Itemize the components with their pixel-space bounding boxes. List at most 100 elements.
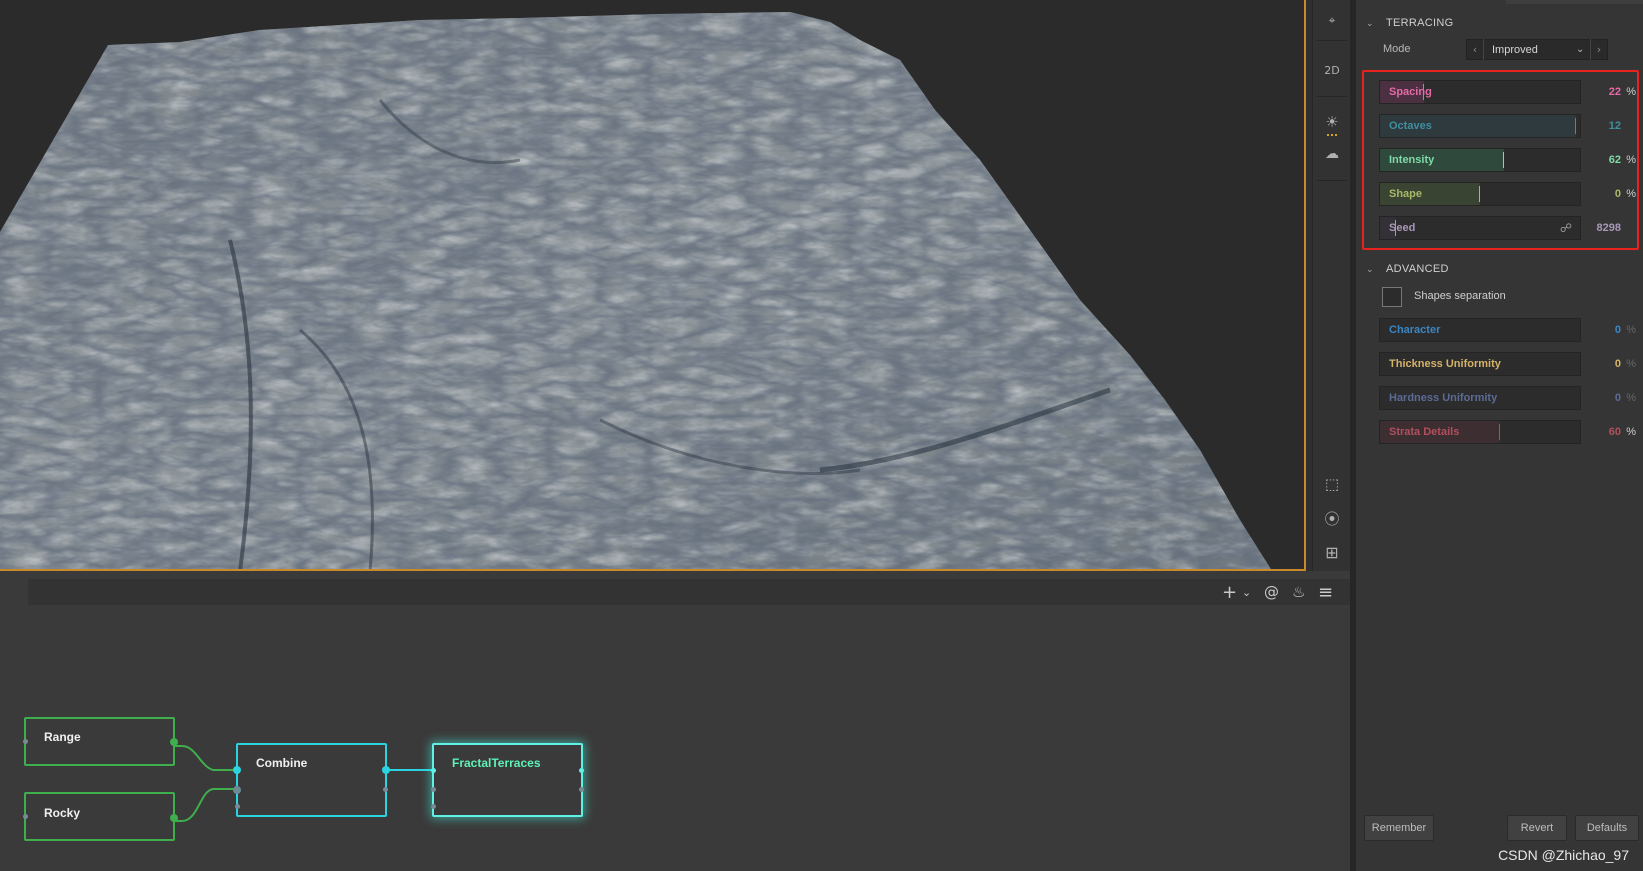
- remember-button[interactable]: Remember: [1364, 815, 1434, 841]
- viewport-toolbar: ⌖ 2D ☀ ☁ ⬚ ⦿ ⊞: [1312, 0, 1350, 571]
- slider-octaves[interactable]: Octaves: [1379, 114, 1581, 138]
- graph-wires: [174, 745, 432, 822]
- chevron-down-icon: ⌄: [1366, 263, 1374, 274]
- map-pin-icon[interactable]: ⌖: [1313, 6, 1351, 34]
- slider-unit: %: [1626, 86, 1636, 98]
- slider-intensity[interactable]: Intensity: [1379, 148, 1581, 172]
- chevron-left-icon[interactable]: ‹: [1467, 43, 1483, 56]
- slider-label: Shape: [1389, 188, 1423, 200]
- slider-shape[interactable]: Shape: [1379, 182, 1581, 206]
- node-combine[interactable]: Combine: [233, 743, 390, 817]
- node-input-port[interactable]: [23, 739, 28, 744]
- toolbar-divider: [1317, 40, 1347, 41]
- slider-spacing[interactable]: Spacing: [1379, 80, 1581, 104]
- node-range[interactable]: Range: [23, 717, 178, 766]
- toolbar-divider: [1317, 180, 1347, 181]
- chevron-down-icon: ⌄: [1366, 17, 1374, 28]
- node-rocky[interactable]: Rocky: [23, 792, 178, 841]
- cloud-icon[interactable]: ☁: [1313, 140, 1351, 168]
- slider-label: Intensity: [1389, 154, 1435, 166]
- node-input-port[interactable]: [235, 804, 240, 809]
- slider-value[interactable]: 0: [1571, 358, 1621, 370]
- slider-label: Thickness Uniformity: [1389, 358, 1501, 370]
- slider-handle[interactable]: [1499, 424, 1500, 440]
- slider-seed[interactable]: Seed ☍: [1379, 216, 1581, 240]
- slider-value[interactable]: 8298: [1571, 222, 1621, 234]
- slider-unit: %: [1626, 324, 1636, 336]
- slider-handle[interactable]: [1379, 356, 1380, 372]
- slider-unit: %: [1626, 392, 1636, 404]
- slider-character[interactable]: Character: [1379, 318, 1581, 342]
- slider-handle[interactable]: [1379, 322, 1380, 338]
- slider-handle[interactable]: [1479, 186, 1480, 202]
- slider-value[interactable]: 62: [1571, 154, 1621, 166]
- sun-icon[interactable]: ☀: [1313, 108, 1351, 136]
- wire-rocky-combine: [174, 788, 236, 822]
- frame-icon[interactable]: ⬚: [1313, 470, 1351, 498]
- slider-handle[interactable]: [1503, 152, 1504, 168]
- node-title: FractalTerraces: [452, 756, 541, 770]
- slider-thickness-uniformity[interactable]: Thickness Uniformity: [1379, 352, 1581, 376]
- node-output-port[interactable]: [579, 787, 584, 792]
- slider-label: Spacing: [1389, 86, 1432, 98]
- defaults-button[interactable]: Defaults: [1575, 815, 1639, 841]
- slider-value[interactable]: 0: [1571, 324, 1621, 336]
- view-2d-button[interactable]: 2D: [1313, 56, 1351, 84]
- slider-hardness-uniformity[interactable]: Hardness Uniformity: [1379, 386, 1581, 410]
- shapes-separation-checkbox[interactable]: [1382, 287, 1402, 307]
- slider-unit: %: [1626, 154, 1636, 166]
- node-output-port[interactable]: [170, 814, 178, 822]
- mode-select[interactable]: ‹ Improved ⌄ ›: [1466, 39, 1608, 60]
- node-input-port[interactable]: [431, 787, 436, 792]
- slider-label: Octaves: [1389, 120, 1432, 132]
- mode-label: Mode: [1383, 43, 1411, 55]
- node-input-port[interactable]: [431, 768, 436, 773]
- node-input-port[interactable]: [23, 814, 28, 819]
- section-terracing[interactable]: ⌄ TERRACING: [1366, 14, 1453, 32]
- slider-label: Seed: [1389, 222, 1416, 234]
- app-window: ⌖ 2D ☀ ☁ ⬚ ⦿ ⊞ + ⌄ @ ♨ ≡ Range Rocky Com…: [0, 0, 1643, 871]
- node-input-port[interactable]: [233, 766, 241, 774]
- slider-unit: %: [1626, 188, 1636, 200]
- node-title: Range: [44, 730, 81, 744]
- node-output-port[interactable]: [382, 766, 390, 774]
- node-output-port[interactable]: [383, 787, 388, 792]
- slider-value[interactable]: 60: [1571, 426, 1621, 438]
- chevron-down-icon: ⌄: [1576, 44, 1585, 55]
- slider-strata-details[interactable]: Strata Details: [1379, 420, 1581, 444]
- slider-unit: %: [1626, 426, 1636, 438]
- chevron-right-icon[interactable]: ›: [1591, 43, 1607, 56]
- mode-value: Improved: [1492, 43, 1538, 56]
- panel-header-strip: [1506, 0, 1643, 4]
- node-output-port[interactable]: [170, 738, 178, 746]
- node-input-port[interactable]: [233, 786, 241, 794]
- node-input-port[interactable]: [431, 804, 436, 809]
- section-advanced[interactable]: ⌄ ADVANCED: [1366, 260, 1449, 278]
- compass-icon[interactable]: ⦿: [1313, 504, 1351, 532]
- node-title: Rocky: [44, 806, 81, 820]
- slider-handle[interactable]: [1379, 390, 1380, 406]
- watermark: CSDN @Zhichao_97: [1498, 847, 1629, 863]
- terrain-render: [0, 12, 1272, 571]
- slider-label: Strata Details: [1389, 426, 1460, 438]
- slider-value[interactable]: 0: [1571, 392, 1621, 404]
- section-title: ADVANCED: [1386, 263, 1449, 275]
- node-graph[interactable]: + ⌄ @ ♨ ≡ Range Rocky Combine FractalTer…: [0, 571, 1350, 871]
- wire-range-combine: [174, 745, 236, 771]
- revert-button[interactable]: Revert: [1507, 815, 1567, 841]
- slider-value[interactable]: 12: [1571, 120, 1621, 132]
- slider-unit: %: [1626, 358, 1636, 370]
- node-output-port[interactable]: [579, 768, 584, 773]
- node-title: Combine: [256, 756, 308, 770]
- section-title: TERRACING: [1386, 17, 1454, 29]
- checkbox-label: Shapes separation: [1414, 290, 1506, 302]
- terrain-viewport[interactable]: [0, 0, 1306, 571]
- slider-label: Hardness Uniformity: [1389, 392, 1498, 404]
- sun-active-indicator: [1327, 134, 1337, 136]
- node-fractal-terraces[interactable]: FractalTerraces: [431, 743, 584, 817]
- grid-icon[interactable]: ⊞: [1313, 538, 1351, 566]
- viewport-selection-border: [1304, 0, 1306, 571]
- slider-value[interactable]: 0: [1571, 188, 1621, 200]
- slider-label: Character: [1389, 324, 1441, 336]
- slider-value[interactable]: 22: [1571, 86, 1621, 98]
